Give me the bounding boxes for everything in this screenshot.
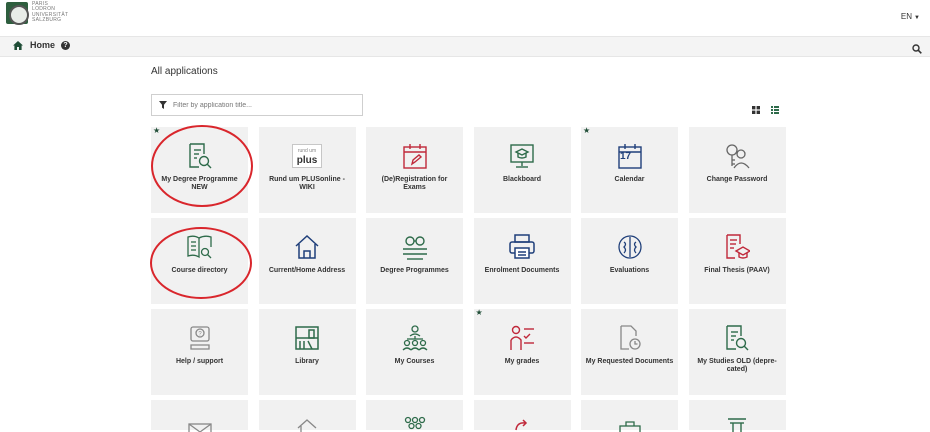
tile-label: Library bbox=[295, 358, 319, 365]
tile-evaluations[interactable]: Evaluations bbox=[581, 218, 678, 304]
navigation-bar: Home ? bbox=[0, 36, 930, 57]
application-tiles: ★ My Degree Programme NEW rund um plus R… bbox=[151, 127, 791, 432]
rund-um-plus-logo: rund um plus bbox=[292, 141, 322, 171]
blackboard-icon bbox=[509, 141, 535, 171]
library-icon bbox=[294, 323, 320, 353]
refresh-icon bbox=[509, 414, 535, 432]
list-view-button[interactable] bbox=[771, 101, 779, 119]
tile-my-degree-programme[interactable]: ★ My Degree Programme NEW bbox=[151, 127, 248, 213]
language-label: EN bbox=[900, 12, 913, 21]
key-user-icon bbox=[723, 141, 751, 171]
tile-enrolment-documents[interactable]: Enrolment Documents bbox=[473, 218, 571, 304]
tile-pillar[interactable] bbox=[688, 400, 786, 432]
tile-label: Final Thesis (PAAV) bbox=[704, 267, 770, 274]
people-icon bbox=[402, 414, 428, 432]
tile-messages[interactable] bbox=[151, 400, 248, 432]
svg-text:plus: plus bbox=[297, 155, 318, 166]
tile-my-requested-documents[interactable]: My Requested Documents bbox=[581, 309, 678, 395]
tile-deregistration-for-exams[interactable]: (De)Registration for Exams bbox=[366, 127, 463, 213]
university-logo[interactable]: PARIS LODRON UNIVERSITÄT SALZBURG bbox=[6, 1, 68, 25]
tile-label: My Studies OLD (depre-cated) bbox=[697, 358, 777, 373]
grid-view-icon bbox=[752, 106, 760, 114]
document-search-icon bbox=[724, 323, 750, 353]
tile-label: Help / support bbox=[175, 358, 224, 365]
tile-library[interactable]: Library bbox=[258, 309, 356, 395]
home-nav[interactable]: Home ? bbox=[13, 40, 71, 50]
home-icon bbox=[13, 40, 23, 50]
tile-people[interactable] bbox=[366, 400, 463, 430]
tile-my-studies-old[interactable]: My Studies OLD (depre-cated) bbox=[688, 309, 786, 395]
tile-label: (De)Registration for Exams bbox=[381, 176, 448, 191]
tile-blackboard[interactable]: Blackboard bbox=[473, 127, 571, 213]
filter-box[interactable] bbox=[151, 94, 363, 116]
help-support-icon: ? bbox=[187, 323, 213, 353]
tile-change-password[interactable]: Change Password bbox=[688, 127, 786, 213]
tile-label: Evaluations bbox=[609, 267, 650, 274]
tile-current-home-address[interactable]: Current/Home Address bbox=[258, 218, 356, 304]
top-bar: PARIS LODRON UNIVERSITÄT SALZBURG EN ▼ bbox=[0, 0, 930, 36]
house-outline-icon bbox=[294, 414, 320, 432]
tile-label: My Requested Documents bbox=[585, 358, 674, 365]
tile-label: Enrolment Documents bbox=[484, 267, 560, 274]
tile-rund-um-plusonline-wiki[interactable]: rund um plus Rund um PLUSonline - WIKI bbox=[258, 127, 356, 213]
tile-briefcase[interactable] bbox=[581, 400, 678, 432]
mail-icon bbox=[187, 414, 213, 432]
thesis-icon bbox=[724, 232, 750, 262]
calendar-day-number: 17 bbox=[620, 151, 632, 162]
tile-label: Blackboard bbox=[502, 176, 542, 183]
list-view-icon bbox=[771, 106, 779, 114]
logo-line: SALZBURG bbox=[32, 17, 62, 24]
book-search-icon bbox=[186, 232, 214, 262]
tile-refresh[interactable] bbox=[473, 400, 571, 432]
logo-text: PARIS LODRON UNIVERSITÄT SALZBURG bbox=[32, 1, 68, 24]
grades-icon bbox=[508, 323, 536, 353]
pillar-icon bbox=[724, 414, 750, 432]
search-icon bbox=[912, 44, 922, 54]
graduation-glasses-icon bbox=[401, 232, 429, 262]
tile-help-support[interactable]: ? Help / support bbox=[151, 309, 248, 395]
tile-course-directory[interactable]: Course directory bbox=[151, 218, 248, 304]
home-label: Home bbox=[30, 40, 56, 50]
tile-label: Change Password bbox=[706, 176, 768, 183]
search-button[interactable] bbox=[912, 41, 922, 59]
tile-label: Course directory bbox=[171, 267, 228, 274]
tile-label: Current/Home Address bbox=[268, 267, 346, 274]
tile-my-courses[interactable]: My Courses bbox=[366, 309, 463, 395]
tile-housing[interactable] bbox=[258, 400, 356, 432]
favorite-star-icon[interactable]: ★ bbox=[153, 127, 160, 135]
tile-label: Calendar bbox=[614, 176, 645, 183]
question-circle-icon[interactable]: ? bbox=[61, 40, 71, 50]
briefcase-icon bbox=[617, 414, 643, 432]
printer-icon bbox=[508, 232, 536, 262]
calendar-edit-icon bbox=[402, 141, 428, 171]
tile-label: My Courses bbox=[394, 358, 435, 365]
tile-label: Degree Programmes bbox=[380, 267, 449, 274]
document-clock-icon bbox=[617, 323, 643, 353]
filter-icon bbox=[159, 101, 167, 109]
group-icon bbox=[401, 323, 429, 353]
tile-label: My Degree Programme NEW bbox=[161, 176, 238, 191]
tile-final-thesis[interactable]: Final Thesis (PAAV) bbox=[688, 218, 786, 304]
tile-label: Rund um PLUSonline - WIKI bbox=[269, 176, 345, 191]
university-seal-icon bbox=[6, 2, 29, 25]
svg-text:rund um: rund um bbox=[298, 148, 316, 154]
tile-degree-programmes[interactable]: Degree Programmes bbox=[366, 218, 463, 304]
tile-label: My grades bbox=[504, 358, 540, 365]
favorite-star-icon[interactable]: ★ bbox=[583, 127, 590, 135]
tile-calendar[interactable]: ★ Calendar bbox=[581, 127, 678, 213]
home-icon bbox=[294, 232, 320, 262]
grid-view-button[interactable] bbox=[752, 101, 760, 119]
document-search-icon bbox=[187, 141, 213, 171]
tile-my-grades[interactable]: ★ My grades bbox=[473, 309, 571, 395]
filter-input[interactable] bbox=[173, 101, 353, 109]
brain-icon bbox=[616, 232, 644, 262]
page-title: All applications bbox=[151, 66, 218, 77]
language-selector[interactable]: EN ▼ bbox=[901, 12, 920, 21]
favorite-star-icon[interactable]: ★ bbox=[476, 309, 483, 317]
caret-down-icon: ▼ bbox=[914, 15, 920, 21]
